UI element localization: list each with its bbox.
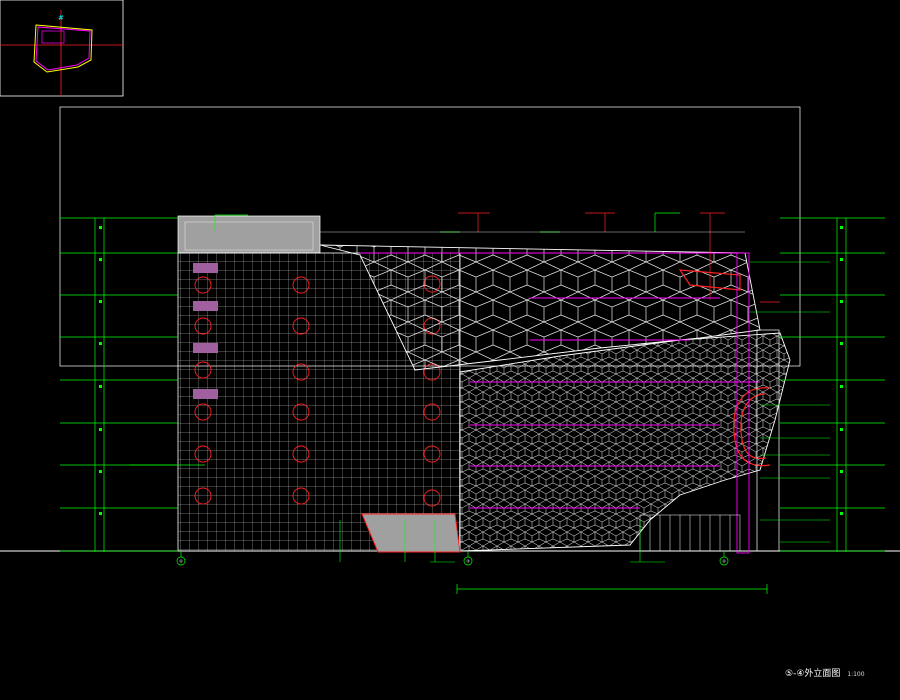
- grid-axis-label: ①: [179, 559, 183, 564]
- svg-text:#: #: [58, 14, 64, 22]
- drawing-title-block: ⑤-④外立面图 1:100: [785, 666, 865, 679]
- drawing-scale: 1:100: [847, 671, 865, 678]
- lower-glazing: [639, 514, 741, 552]
- right-level-markers: [780, 217, 885, 552]
- elevation-drawing: # ① ③ ④: [0, 0, 900, 594]
- grid-axis-label: ③: [466, 559, 470, 564]
- grid-axis-markers: ① ③ ④: [176, 551, 729, 566]
- dimension-line: [456, 584, 768, 594]
- lower-dense-facade: [459, 332, 791, 552]
- entrance-canopy: [361, 513, 461, 553]
- grid-axis-label: ④: [722, 559, 726, 564]
- key-plan: #: [0, 0, 124, 97]
- roof-parapet: [177, 215, 321, 254]
- drawing-title: ⑤-④外立面图: [785, 669, 841, 679]
